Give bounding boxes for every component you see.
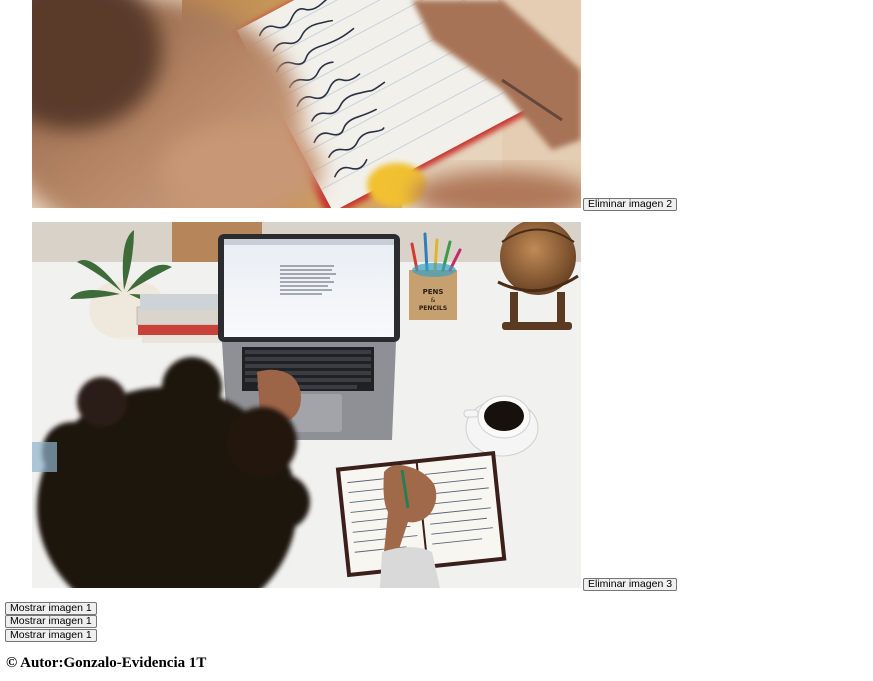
notebook-writing-photo [32,0,581,208]
delete-image-2-button[interactable]: Eliminar imagen 2 [583,198,678,211]
page: Eliminar imagen 2 PENS & PENCILS Elimina… [0,0,873,681]
svg-text:&: & [431,297,436,304]
svg-text:PENS: PENS [423,288,444,296]
svg-text:PENCILS: PENCILS [419,305,447,312]
delete-image-3-button[interactable]: Eliminar imagen 3 [583,578,678,591]
show-image-1-button[interactable]: Mostrar imagen 1 [5,615,97,628]
desk-laptop-photo: PENS & PENCILS [32,222,581,588]
author-footer: © Autor:Gonzalo-Evidencia 1T [6,655,207,671]
show-image-1-button[interactable]: Mostrar imagen 1 [5,629,97,642]
show-image-1-button[interactable]: Mostrar imagen 1 [5,602,97,615]
